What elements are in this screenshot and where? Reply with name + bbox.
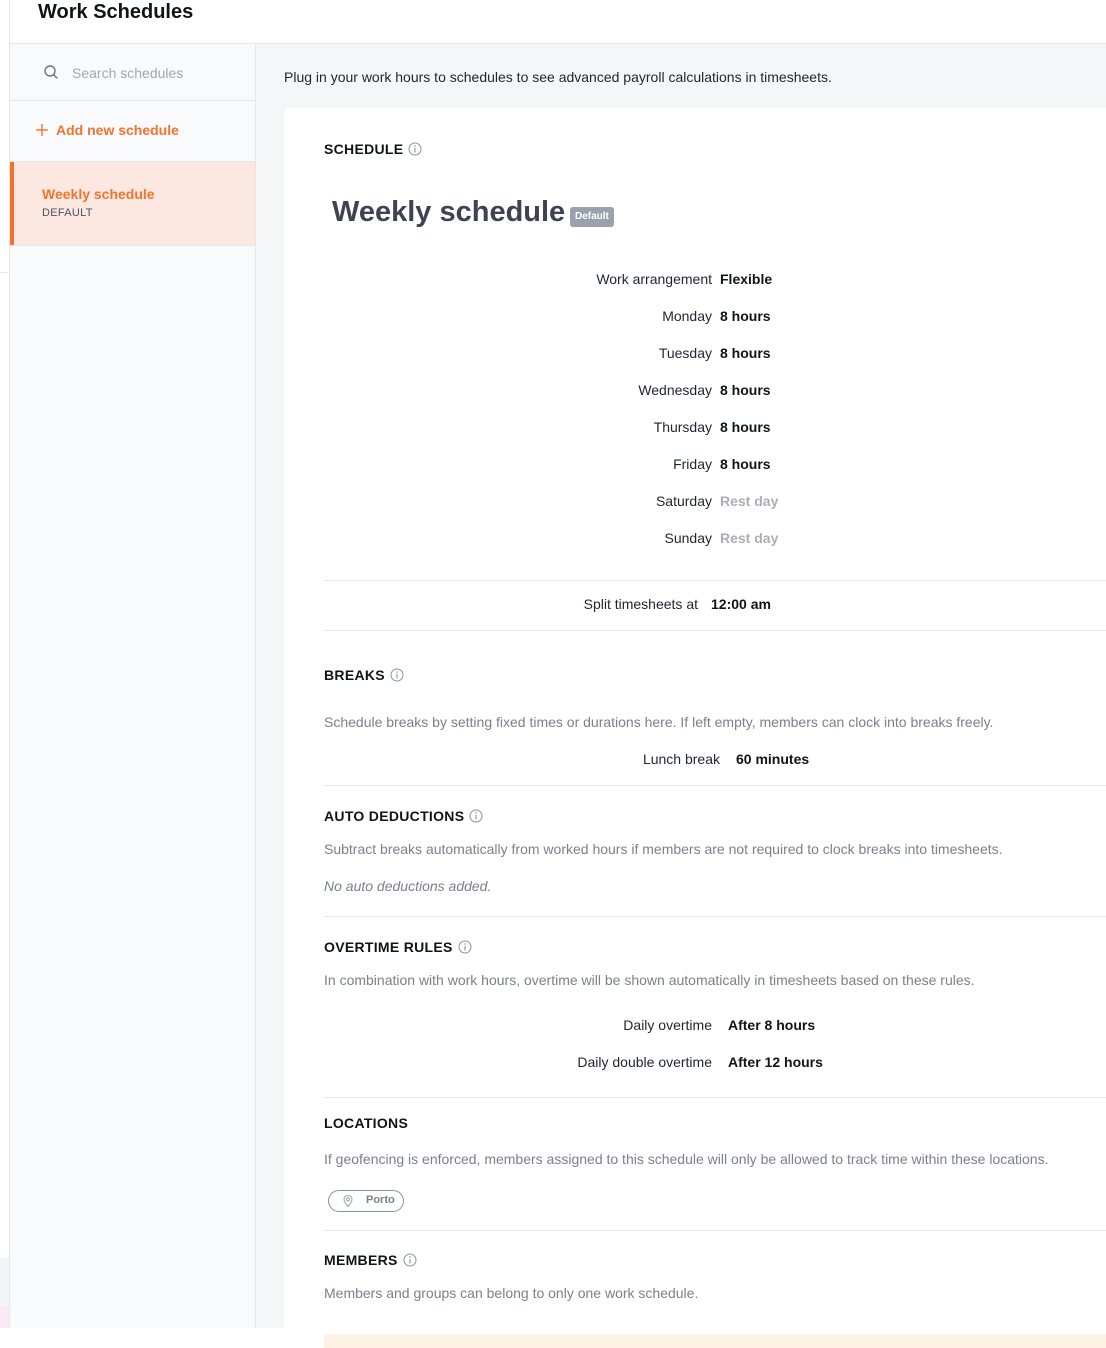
break-label: Lunch break [642,751,720,767]
search-icon [44,65,58,79]
rail-divider [0,272,9,273]
day-hours: 8 hours [720,382,771,398]
day-label: Monday [662,308,712,324]
day-label: Wednesday [638,382,712,398]
search-box [10,44,255,101]
location-chip[interactable]: Porto [328,1190,404,1212]
schedule-sidebar: Add new schedule Weekly schedule DEFAULT [10,44,256,1328]
breaks-description: Schedule breaks by setting fixed times o… [324,714,994,730]
divider [324,785,1106,786]
day-hours: 8 hours [720,456,771,472]
divider [324,1097,1106,1098]
day-hours: Rest day [720,530,779,546]
day-hours: 8 hours [720,345,771,361]
search-input[interactable] [70,62,244,84]
day-label: Friday [673,456,712,472]
auto-deductions-description: Subtract breaks automatically from worke… [324,841,1003,857]
divider [324,916,1106,917]
schedule-section-title: SCHEDULE [324,141,422,157]
intro-text: Plug in your work hours to schedules to … [284,69,832,85]
add-schedule-label: Add new schedule [56,122,179,138]
overtime-section-label: OVERTIME RULES [324,939,453,955]
page-title: Work Schedules [38,1,194,23]
overtime-description: In combination with work hours, overtime… [324,972,975,988]
schedule-item-badge: DEFAULT [42,207,93,219]
split-label: Split timesheets at [583,596,698,612]
top-bar: Work Schedules [10,0,1106,44]
split-value: 12:00 am [711,596,771,612]
auto-deductions-section-title: AUTO DEDUCTIONS [324,808,483,824]
schedule-name: Weekly schedule [332,196,566,228]
auto-deductions-section-label: AUTO DEDUCTIONS [324,808,465,824]
overtime-rule-label: Daily overtime [623,1017,712,1033]
left-rail [0,0,10,1328]
location-name: Porto [366,1194,395,1206]
divider [324,580,1106,581]
members-description: Members and groups can belong to only on… [324,1285,699,1301]
members-section-label: MEMBERS [324,1252,398,1268]
selected-indicator [10,162,14,245]
default-badge: Default [570,207,614,227]
day-hours: Rest day [720,493,779,509]
overtime-section-title: OVERTIME RULES [324,939,472,955]
info-icon[interactable] [403,1253,417,1267]
rail-highlight [0,1306,9,1328]
members-section-title: MEMBERS [324,1252,417,1268]
locations-section-title: LOCATIONS [324,1115,409,1131]
day-label: Sunday [664,530,712,546]
main-content: Plug in your work hours to schedules to … [256,44,1106,1348]
arrangement-label: Work arrangement [596,271,712,287]
arrangement-value: Flexible [720,271,773,287]
locations-description: If geofencing is enforced, members assig… [324,1151,1049,1167]
auto-deductions-empty: No auto deductions added. [324,878,492,894]
plus-icon [36,124,48,136]
day-label: Saturday [655,493,712,509]
break-value: 60 minutes [736,751,810,767]
members-notice [324,1334,1106,1348]
overtime-rule-value: After 12 hours [728,1054,823,1070]
overtime-rule-value: After 8 hours [728,1017,816,1033]
info-icon[interactable] [408,142,422,156]
info-icon[interactable] [469,809,483,823]
schedule-card: SCHEDULE Weekly schedule Default Work ar… [284,108,1106,1348]
info-icon[interactable] [390,668,404,682]
divider [324,1230,1106,1231]
day-label: Tuesday [658,345,712,361]
day-label: Thursday [653,419,712,435]
rail-block [0,1258,9,1306]
overtime-rule-label: Daily double overtime [577,1054,712,1070]
schedule-section-label: SCHEDULE [324,141,404,157]
info-icon[interactable] [458,940,472,954]
day-hours: 8 hours [720,308,771,324]
breaks-section-label: BREAKS [324,667,385,683]
add-schedule-button[interactable]: Add new schedule [10,101,255,162]
schedule-item-name: Weekly schedule [42,186,155,202]
breaks-section-title: BREAKS [324,667,404,683]
divider [324,630,1106,631]
map-pin-icon [343,1194,353,1208]
sidebar-item-weekly-schedule[interactable]: Weekly schedule DEFAULT [10,162,255,246]
day-hours: 8 hours [720,419,771,435]
